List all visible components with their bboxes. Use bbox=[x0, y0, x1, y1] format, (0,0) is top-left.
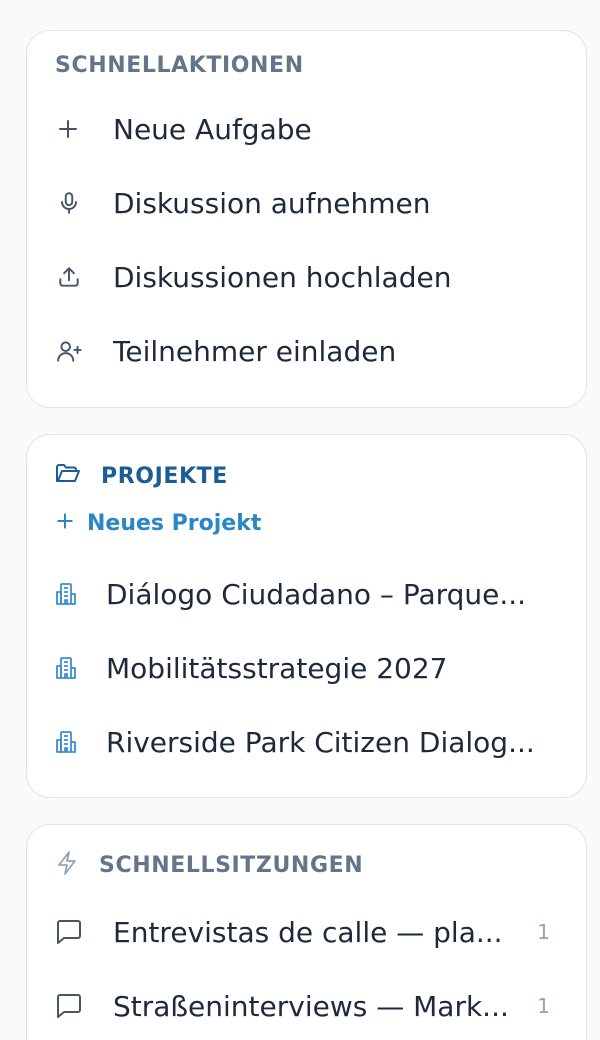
projects-title: PROJEKTE bbox=[101, 463, 228, 489]
building-icon bbox=[55, 656, 106, 680]
project-item[interactable]: Mobilitätsstrategie 2027 bbox=[55, 646, 558, 690]
project-label: Diálogo Ciudadano – Parque... bbox=[106, 577, 527, 611]
microphone-icon bbox=[55, 190, 113, 216]
plus-icon bbox=[55, 117, 113, 141]
user-plus-icon bbox=[55, 338, 113, 364]
session-count: 1 bbox=[537, 994, 550, 1018]
project-item[interactable]: Riverside Park Citizen Dialog... bbox=[55, 720, 558, 764]
quick-actions-card: SCHNELLAKTIONEN Neue Aufgabe Diskussion … bbox=[26, 30, 587, 408]
projects-card: PROJEKTE Neues Projekt Diálogo Ciudadano… bbox=[26, 434, 587, 798]
record-discussion-button[interactable]: Diskussion aufnehmen bbox=[55, 181, 558, 225]
quick-actions-title: SCHNELLAKTIONEN bbox=[55, 53, 304, 78]
building-icon bbox=[55, 730, 106, 754]
invite-participants-label: Teilnehmer einladen bbox=[113, 334, 397, 368]
session-label: Straßeninterviews — Mark... bbox=[113, 989, 509, 1023]
quick-sessions-card: SCHNELLSITZUNGEN Entrevistas de calle — … bbox=[26, 824, 587, 1040]
plus-icon bbox=[55, 511, 75, 535]
message-square-icon bbox=[55, 993, 113, 1019]
projects-header: PROJEKTE bbox=[55, 459, 228, 493]
message-square-icon bbox=[55, 919, 113, 945]
quick-sessions-header: SCHNELLSITZUNGEN bbox=[55, 847, 363, 883]
session-label: Entrevistas de calle — pla... bbox=[113, 915, 503, 949]
building-icon bbox=[55, 582, 106, 606]
project-item[interactable]: Diálogo Ciudadano – Parque... bbox=[55, 572, 558, 616]
new-project-button[interactable]: Neues Projekt bbox=[55, 507, 261, 539]
folder-open-icon bbox=[55, 463, 81, 489]
upload-discussions-button[interactable]: Diskussionen hochladen bbox=[55, 255, 558, 299]
quick-sessions-title: SCHNELLSITZUNGEN bbox=[99, 852, 364, 878]
invite-participants-button[interactable]: Teilnehmer einladen bbox=[55, 329, 558, 373]
new-task-label: Neue Aufgabe bbox=[113, 112, 312, 146]
project-label: Mobilitätsstrategie 2027 bbox=[106, 651, 448, 685]
project-label: Riverside Park Citizen Dialog... bbox=[106, 725, 535, 759]
record-discussion-label: Diskussion aufnehmen bbox=[113, 186, 431, 220]
session-item[interactable]: Entrevistas de calle — pla... 1 bbox=[55, 910, 558, 954]
upload-icon bbox=[55, 264, 113, 290]
zap-icon bbox=[55, 850, 79, 880]
session-count: 1 bbox=[537, 920, 550, 944]
new-task-button[interactable]: Neue Aufgabe bbox=[55, 107, 558, 151]
new-project-label: Neues Projekt bbox=[87, 510, 262, 536]
session-item[interactable]: Straßeninterviews — Mark... 1 bbox=[55, 984, 558, 1028]
upload-discussions-label: Diskussionen hochladen bbox=[113, 260, 452, 294]
